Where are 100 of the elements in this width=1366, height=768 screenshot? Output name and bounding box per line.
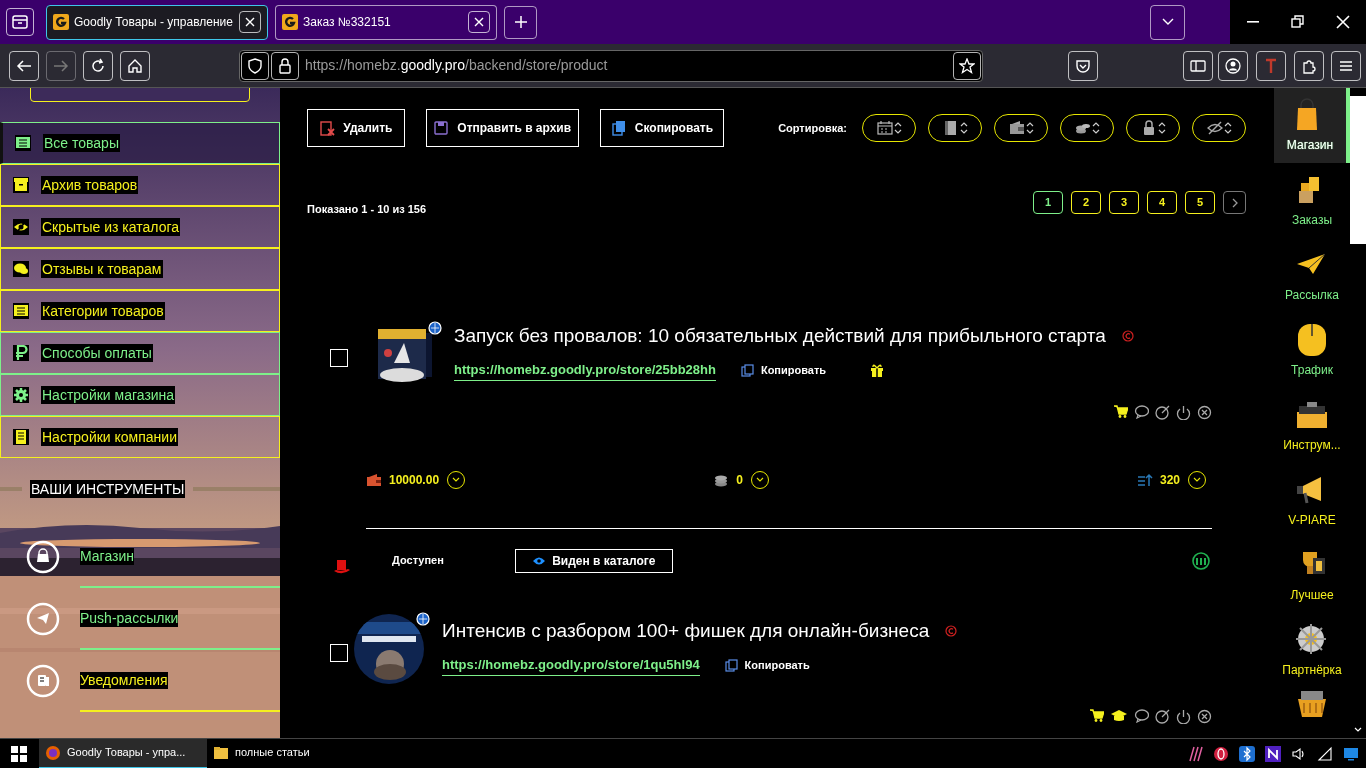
taskbar-button[interactable]: Goodly Товары - упра... — [39, 738, 207, 768]
nav-item[interactable]: Лучшее — [1274, 538, 1350, 613]
tab-overflow-button[interactable] — [1150, 4, 1185, 40]
product-link[interactable]: https://homebz.goodly.pro/store/25bb28hh — [454, 359, 716, 381]
globe-badge-icon — [416, 611, 430, 626]
extension-button[interactable] — [1256, 50, 1286, 81]
product-link[interactable]: https://homebz.goodly.pro/store/1qu5hl94 — [442, 654, 700, 676]
action-button[interactable]: Скопировать — [599, 109, 725, 147]
star-icon — [959, 57, 975, 74]
home-button[interactable] — [120, 50, 150, 81]
nav-item[interactable]: Заказы — [1274, 163, 1350, 238]
chevron-up-down-icon — [1157, 121, 1166, 135]
menu-button[interactable] — [1331, 50, 1361, 81]
sidebar-menu-item[interactable]: Архив товаров — [0, 164, 280, 206]
chat-bubbles-icon — [13, 261, 29, 277]
copy-icon — [610, 120, 627, 136]
nav-item[interactable]: Трафик — [1274, 313, 1350, 388]
scroll-thumb[interactable] — [1350, 96, 1366, 244]
app-icon — [1265, 745, 1281, 762]
power-icon — [1176, 404, 1191, 420]
speech-bubble-icon — [1134, 404, 1149, 419]
chevron-down-icon — [1354, 727, 1362, 732]
puzzle-icon — [1301, 57, 1317, 74]
nav-item[interactable]: Магазин — [1274, 88, 1350, 163]
chevron-up-down-icon — [1025, 121, 1034, 135]
page-button[interactable]: 5 — [1185, 191, 1215, 214]
sidebar-menu-item[interactable]: Способы оплаты — [0, 332, 280, 374]
home-icon — [127, 57, 143, 74]
chevron-right-icon — [1231, 197, 1238, 208]
sort-arrows-icon — [1136, 472, 1153, 487]
checkbox[interactable] — [330, 348, 348, 367]
cart-icon — [1114, 404, 1128, 418]
sidebar-menu-item[interactable]: Скрытые из каталога — [0, 206, 280, 248]
nav-item[interactable]: Инструм... — [1274, 388, 1350, 463]
copy-link-button[interactable]: Копировать — [724, 657, 810, 674]
next-page-button[interactable] — [1223, 191, 1246, 214]
product-title[interactable]: Интенсив с разбором 100+ фишек для онлайн-бизнеса — [442, 617, 930, 644]
chevron-down-icon — [1193, 477, 1201, 482]
close-icon — [1336, 15, 1351, 29]
tab-list-button[interactable] — [6, 8, 34, 36]
site-info-button[interactable] — [271, 51, 299, 80]
extensions-button[interactable] — [1294, 50, 1324, 81]
new-tab-button[interactable] — [504, 5, 537, 39]
taskbar-button[interactable]: полные статьи — [207, 738, 316, 768]
stat-value: 0 — [736, 471, 743, 489]
app-icon — [1213, 745, 1229, 762]
page-button[interactable]: 4 — [1147, 191, 1177, 214]
action-button[interactable]: Удалить — [307, 109, 405, 147]
newspaper-icon[interactable] — [26, 664, 60, 698]
chevron-up-down-icon — [1091, 121, 1100, 135]
nav-item[interactable]: V-PIARE — [1274, 463, 1350, 538]
close-tab-button[interactable] — [468, 11, 490, 33]
eye-icon — [532, 555, 547, 566]
close-icon — [474, 17, 484, 27]
page-button[interactable]: 3 — [1109, 191, 1139, 214]
browser-tab[interactable]: Заказ №332151 — [275, 4, 497, 40]
stat-value: 10000.00 — [389, 471, 440, 489]
section-heading: ВАШИ ИНСТРУМЕНТЫ — [30, 480, 186, 498]
paper-plane-icon[interactable] — [26, 602, 60, 636]
book-icon — [942, 120, 959, 136]
account-button[interactable] — [1218, 50, 1248, 81]
gear-icon — [13, 387, 29, 403]
pocket-button[interactable] — [1068, 50, 1098, 81]
browser-tab[interactable]: Goodly Товары - управление — [46, 4, 268, 40]
sidebar-menu-item[interactable]: Категории товаров — [0, 290, 280, 332]
bluetooth-icon — [1239, 745, 1255, 762]
copy-icon — [740, 363, 754, 377]
address-bar[interactable]: https://homebz.goodly.pro/backend/store/product — [239, 49, 983, 82]
bookmark-button[interactable] — [953, 51, 981, 80]
checkbox[interactable] — [330, 643, 348, 662]
archive-box-icon — [13, 177, 29, 193]
list-icon — [15, 135, 31, 151]
product-title[interactable]: Запуск без провалов: 10 обязательных действий для прибыльного старта — [454, 322, 1106, 349]
page-button[interactable]: 1 — [1033, 191, 1063, 214]
nav-item[interactable]: Рассылка — [1274, 238, 1350, 313]
close-icon — [245, 17, 255, 27]
copy-icon — [724, 658, 738, 672]
sidebar-menu-item[interactable]: Настройки компании — [0, 416, 280, 458]
chevron-up-down-icon — [1223, 121, 1232, 135]
sidebar-menu-item[interactable]: Все товары — [0, 122, 280, 164]
wifi-icon — [1317, 745, 1333, 762]
url-text: https://homebz.goodly.pro/backend/store/product — [305, 56, 608, 75]
copy-link-button[interactable]: Копировать — [740, 362, 827, 379]
sidebar-menu-item[interactable]: Настройки магазина — [0, 374, 280, 416]
back-button[interactable] — [9, 50, 39, 81]
visibility-button[interactable]: Виден в каталоге — [514, 548, 673, 573]
tab-title: Goodly Товары - управление — [74, 14, 234, 31]
page-button[interactable]: 2 — [1071, 191, 1101, 214]
nav-item[interactable]: Партнёрка — [1274, 613, 1350, 688]
arrow-right-icon — [53, 57, 69, 74]
windows-logo-icon[interactable] — [11, 745, 27, 762]
sidebar-menu-item[interactable]: Отзывы к товарам — [0, 248, 280, 290]
mouse-icon — [1295, 322, 1329, 357]
close-tab-button[interactable] — [239, 11, 261, 33]
reload-button[interactable] — [83, 50, 113, 81]
speaker-icon — [1291, 745, 1307, 762]
target-icon — [1155, 708, 1170, 724]
tracking-protection-button[interactable] — [241, 51, 269, 80]
action-button[interactable]: Отправить в архив — [425, 109, 579, 147]
wallet-icon — [1008, 120, 1025, 136]
